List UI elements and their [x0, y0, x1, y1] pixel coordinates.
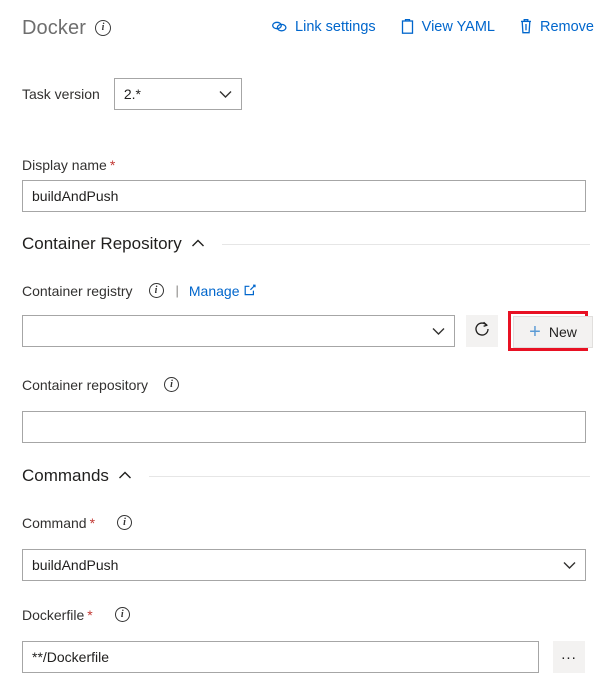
- container-repository-label: Container repository: [22, 376, 149, 393]
- new-button[interactable]: + New: [513, 316, 593, 348]
- refresh-button[interactable]: [466, 315, 498, 347]
- section-rule: [148, 475, 590, 477]
- display-name-label: Display name *: [22, 157, 116, 173]
- view-yaml-label: View YAML: [421, 18, 495, 35]
- trash-icon: [519, 18, 533, 35]
- task-title-group: Docker i: [22, 18, 111, 38]
- clipboard-icon: [400, 18, 415, 35]
- task-version-label: Task version: [22, 86, 100, 102]
- display-name-input[interactable]: [22, 180, 586, 212]
- dockerfile-input[interactable]: [22, 641, 539, 673]
- section-title: Commands: [22, 466, 109, 485]
- browse-button[interactable]: ...: [553, 641, 585, 673]
- refresh-icon: [473, 320, 491, 343]
- required-marker: *: [109, 157, 116, 173]
- section-rule: [221, 243, 590, 245]
- container-repository-input[interactable]: [22, 411, 586, 443]
- task-version-select[interactable]: 2.*: [113, 78, 242, 110]
- command-label: Command: [22, 514, 87, 531]
- container-repository-label-row: Container repository i: [22, 376, 180, 393]
- info-icon[interactable]: i: [117, 515, 133, 530]
- info-icon[interactable]: i: [114, 607, 130, 622]
- external-link-icon: [244, 284, 257, 298]
- page-title: Docker: [22, 17, 86, 39]
- container-registry-select[interactable]: [22, 315, 455, 347]
- dockerfile-label: Dockerfile: [22, 606, 85, 623]
- section-container-repository[interactable]: Container Repository: [22, 234, 590, 254]
- panel-header: Docker i Link settings View YAML Remove: [0, 0, 608, 56]
- info-icon[interactable]: i: [94, 20, 111, 36]
- info-icon[interactable]: i: [148, 283, 164, 298]
- manage-label: Manage: [188, 282, 240, 299]
- link-icon: [271, 19, 288, 34]
- section-commands[interactable]: Commands: [22, 466, 590, 486]
- link-settings-label: Link settings: [295, 18, 376, 35]
- header-toolbar: Link settings View YAML Remove: [269, 16, 596, 37]
- task-version-row: Task version 2.*: [22, 78, 242, 110]
- chevron-up-icon: [118, 467, 132, 485]
- chevron-down-icon: [563, 557, 576, 573]
- container-registry-label-row: Container registry i | Manage: [22, 282, 257, 299]
- task-version-value: 2.*: [123, 86, 141, 102]
- new-button-label: New: [548, 324, 577, 340]
- section-title: Container Repository: [22, 234, 182, 253]
- chevron-down-icon: [432, 323, 445, 339]
- manage-link[interactable]: Manage: [189, 284, 257, 298]
- command-label-row: Command * i: [22, 514, 133, 531]
- plus-icon: +: [529, 321, 541, 343]
- remove-button[interactable]: Remove: [517, 16, 596, 37]
- dockerfile-label-row: Dockerfile * i: [22, 607, 130, 622]
- ellipsis-icon: ...: [561, 645, 577, 663]
- command-select[interactable]: buildAndPush: [22, 549, 586, 581]
- container-registry-label: Container registry: [22, 282, 133, 299]
- command-value: buildAndPush: [32, 557, 119, 573]
- label-separator: |: [175, 283, 179, 298]
- remove-label: Remove: [540, 18, 594, 35]
- link-settings-button[interactable]: Link settings: [269, 17, 378, 37]
- required-marker: *: [87, 606, 93, 623]
- chevron-up-icon: [191, 235, 205, 253]
- chevron-down-icon: [219, 86, 232, 102]
- task-editor-panel: Docker i Link settings View YAML Remove …: [0, 0, 608, 680]
- required-marker: *: [89, 514, 96, 531]
- info-icon[interactable]: i: [164, 377, 180, 392]
- view-yaml-button[interactable]: View YAML: [398, 16, 497, 37]
